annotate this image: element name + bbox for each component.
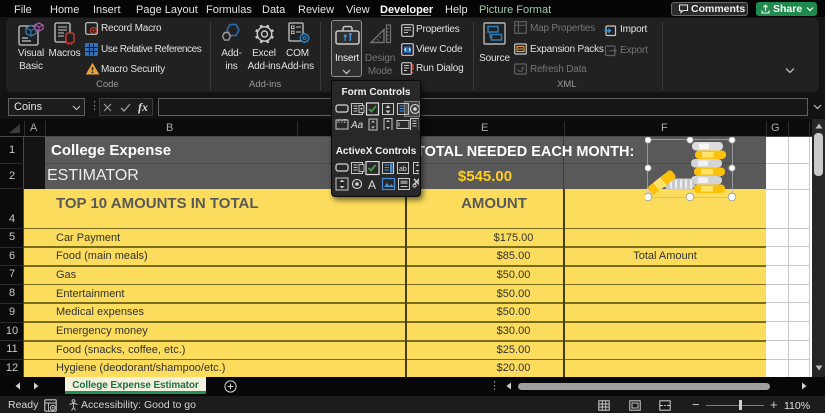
svg-text:A: A: [368, 178, 376, 191]
svg-text:Aa: Aa: [350, 120, 364, 130]
svg-text:ab: ab: [399, 166, 407, 173]
svg-text:XYZ: XYZ: [337, 119, 347, 125]
